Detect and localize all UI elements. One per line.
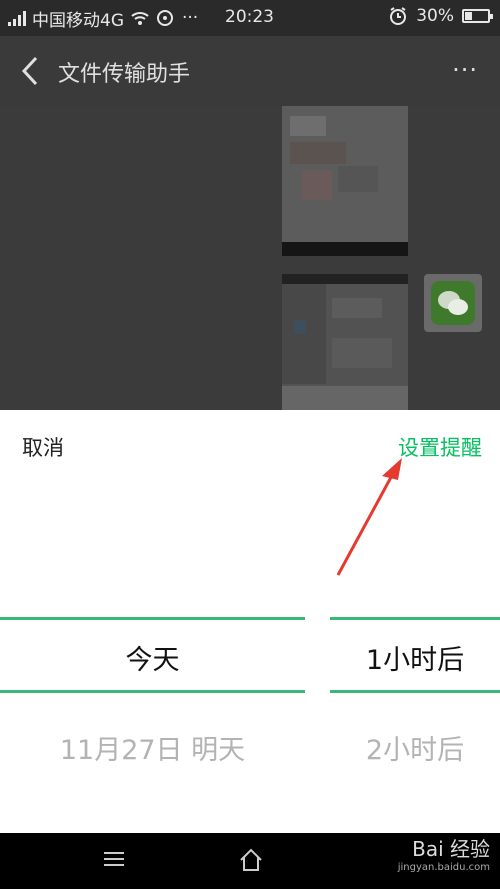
avatar[interactable] [424,274,482,332]
date-option-selected[interactable]: 今天 [0,638,305,677]
carrier-label: 中国移动4G [32,10,124,31]
status-bar: 中国移动4G ··· 20:23 30% [0,0,500,36]
reminder-picker-sheet: 取消 设置提醒 今天 11月27日 明天 1小时后 2小时后 [0,410,500,833]
time-option-selected[interactable]: 1小时后 [330,638,500,677]
wifi-icon [131,12,149,25]
date-column-selection-top [0,617,305,620]
image-message[interactable] [282,274,408,410]
battery-icon [462,9,493,23]
more-icon[interactable]: ··· [452,56,478,84]
watermark: Bai 经验 jingyan.baidu.com [398,839,490,873]
wechat-icon [431,281,475,325]
time-column-selection-bottom [330,690,500,693]
system-nav-bar: Bai 经验 jingyan.baidu.com [0,833,500,889]
annotation-arrow [336,458,402,576]
home-icon[interactable] [238,847,264,873]
watermark-brand: Bai 经验 [412,837,490,861]
menu-icon[interactable] [102,847,126,871]
alarm-icon [390,7,407,25]
back-icon[interactable] [18,54,42,88]
time-option[interactable]: 2小时后 [330,728,500,767]
image-message[interactable] [282,106,408,256]
status-time: 20:23 [225,7,274,27]
chat-area [0,106,500,410]
date-option[interactable]: 11月27日 明天 [0,728,305,767]
title-bar: 文件传输助手 ··· [0,36,500,106]
date-column-selection-bottom [0,690,305,693]
watermark-url: jingyan.baidu.com [397,862,490,873]
battery-percent: 30% [416,6,454,26]
signal-icon [8,10,26,26]
notification-icon [157,10,173,26]
status-dots: ··· [182,8,199,28]
time-column-selection-top [330,617,500,620]
page-title: 文件传输助手 [58,62,191,87]
